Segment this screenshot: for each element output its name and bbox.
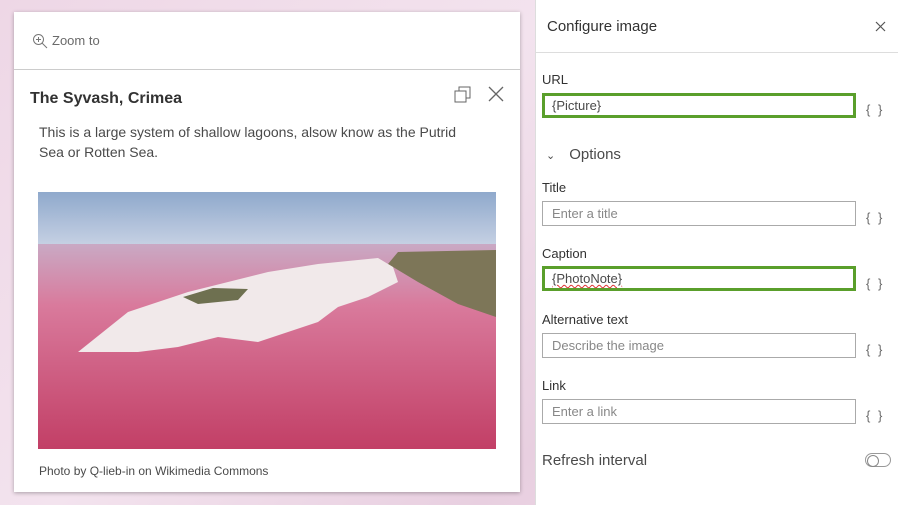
expression-icon[interactable]: { } xyxy=(866,102,884,117)
popup-photo xyxy=(38,192,496,449)
options-section-toggle[interactable]: ⌄ Options xyxy=(546,146,621,166)
zoom-to-button[interactable]: Zoom to xyxy=(32,33,100,49)
caption-value: {PhotoNote} xyxy=(552,271,623,286)
popup-description: This is a large system of shallow lagoon… xyxy=(39,124,457,160)
zoom-to-label: Zoom to xyxy=(52,33,100,48)
feature-popup: Zoom to The Syvash, Crimea This is a lar… xyxy=(14,12,520,492)
expression-icon[interactable]: { } xyxy=(866,276,884,291)
alt-text-input[interactable]: Describe the image xyxy=(542,333,856,358)
expression-icon[interactable]: { } xyxy=(866,342,884,357)
caption-input[interactable]: {PhotoNote} xyxy=(542,266,856,291)
link-label: Link xyxy=(542,378,566,393)
expression-icon[interactable]: { } xyxy=(866,210,884,225)
expression-icon[interactable]: { } xyxy=(866,408,884,423)
options-label: Options xyxy=(569,146,621,163)
url-input[interactable]: {Picture} xyxy=(542,93,856,118)
alt-text-label: Alternative text xyxy=(542,312,628,327)
refresh-interval-label: Refresh interval xyxy=(542,452,648,469)
url-label: URL xyxy=(542,72,569,87)
refresh-interval-toggle[interactable] xyxy=(865,453,891,467)
close-icon[interactable] xyxy=(875,21,886,32)
link-input[interactable]: Enter a link xyxy=(542,399,856,424)
title-label: Title xyxy=(542,180,567,195)
close-icon[interactable] xyxy=(488,86,504,102)
configure-image-panel: Configure image URL {Picture} { } ⌄ Opti… xyxy=(535,0,898,505)
title-input[interactable]: Enter a title xyxy=(542,201,856,226)
photo-caption: Photo by Q-lieb-in on Wikimedia Commons xyxy=(39,464,269,478)
panel-title: Configure image xyxy=(547,17,658,35)
chevron-down-icon: ⌄ xyxy=(546,150,556,162)
zoom-in-icon xyxy=(33,33,48,48)
popup-title: The Syvash, Crimea xyxy=(30,90,183,107)
dock-icon[interactable] xyxy=(454,86,472,104)
caption-label: Caption xyxy=(542,246,587,261)
